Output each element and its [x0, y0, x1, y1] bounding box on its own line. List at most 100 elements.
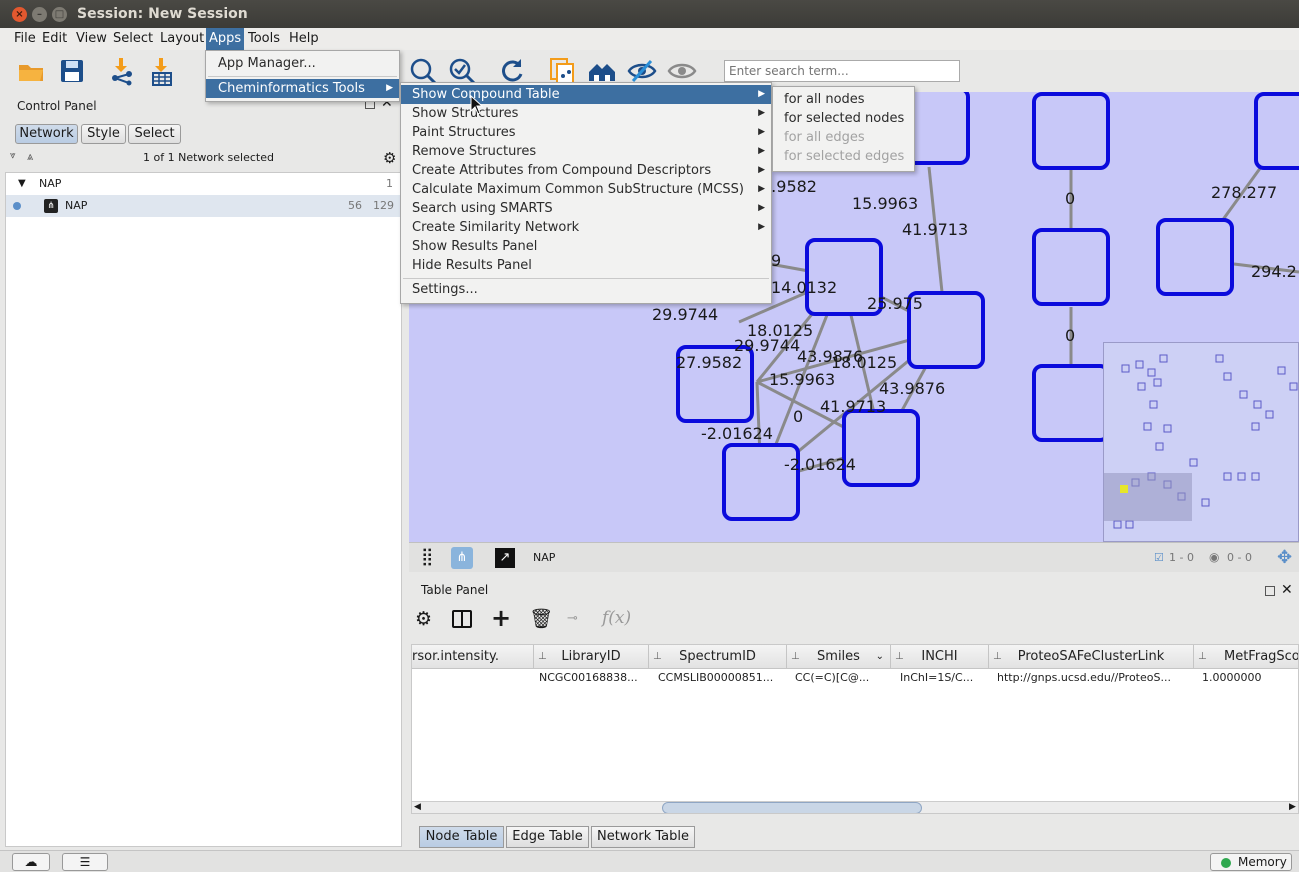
menu-item-label: Cheminformatics Tools — [218, 81, 365, 96]
menu-edit[interactable]: Edit — [39, 28, 70, 50]
menu-item-label: Search using SMARTS — [412, 201, 553, 216]
detach-view-icon[interactable]: ↗ — [495, 548, 515, 568]
column-header[interactable]: ⊥ ProteoSAFeClusterLink — [989, 645, 1194, 669]
tab-network[interactable]: Network — [15, 124, 78, 144]
collapse-all-icon[interactable]: ⩓ — [27, 150, 33, 164]
tab-network-table[interactable]: Network Table — [591, 826, 695, 848]
column-header[interactable]: rsor.intensity. — [412, 645, 534, 669]
menu-item-for-selected-nodes[interactable]: for selected nodes — [773, 109, 914, 128]
menu-item-settings[interactable]: Settings... — [401, 280, 771, 299]
gear-icon[interactable]: ⚙ — [383, 149, 396, 167]
horizontal-scrollbar[interactable]: ◀ ▶ — [412, 801, 1298, 813]
overview-viewport[interactable] — [1104, 473, 1192, 521]
menu-help[interactable]: Help — [286, 28, 322, 50]
menu-layout[interactable]: Layout — [157, 28, 207, 50]
column-divider — [461, 612, 463, 626]
table-settings-gear-icon[interactable]: ⚙ — [415, 608, 432, 630]
edge-label: 0 — [793, 407, 804, 426]
edge-label: -2.01624 — [701, 424, 773, 443]
menu-item-remove-structures[interactable]: Remove Structures ▶ — [401, 142, 771, 161]
grid-view-icon[interactable]: ⣿ — [421, 549, 433, 566]
menu-item-show-compound-table[interactable]: Show Compound Table ▶ — [401, 85, 771, 104]
close-window-icon[interactable]: × — [12, 7, 27, 22]
collection-name[interactable]: NAP — [39, 177, 61, 190]
task-list-icon[interactable]: ☰ — [62, 853, 108, 871]
add-column-icon[interactable]: + — [491, 604, 511, 632]
tab-select[interactable]: Select — [128, 124, 181, 144]
menu-item-for-all-nodes[interactable]: for all nodes — [773, 90, 914, 109]
show-columns-icon[interactable] — [452, 610, 472, 628]
menu-item-show-structures[interactable]: Show Structures ▶ — [401, 104, 771, 123]
edge-label: 27.9582 — [676, 353, 743, 372]
scroll-right-icon[interactable]: ▶ — [1289, 802, 1296, 812]
menu-item-paint-structures[interactable]: Paint Structures ▶ — [401, 123, 771, 142]
network-node[interactable] — [1032, 228, 1110, 306]
cloud-icon[interactable]: ☁ — [12, 853, 50, 871]
import-network-icon[interactable] — [107, 56, 137, 86]
expand-all-icon[interactable]: ⩔ — [10, 150, 16, 161]
menu-select[interactable]: Select — [110, 28, 156, 50]
network-node[interactable] — [1032, 92, 1110, 170]
birds-eye-overview[interactable] — [1103, 342, 1299, 542]
menu-item-create-attributes[interactable]: Create Attributes from Compound Descript… — [401, 161, 771, 180]
menu-item-label: Show Structures — [412, 106, 519, 121]
submenu-arrow-icon: ▶ — [758, 108, 765, 118]
menu-item-app-manager[interactable]: App Manager... — [206, 54, 399, 73]
open-folder-icon[interactable] — [16, 56, 46, 86]
tree-collapse-icon[interactable]: ▼ — [18, 178, 26, 189]
tab-node-table[interactable]: Node Table — [419, 826, 504, 848]
network-row[interactable]: ⋔ NAP 56 129 — [6, 195, 401, 217]
menu-view[interactable]: View — [73, 28, 110, 50]
search-input[interactable] — [724, 60, 960, 82]
table-panel-title: Table Panel — [421, 583, 489, 597]
edge-label: 278.277 — [1211, 183, 1278, 202]
table-panel-header: Table Panel ✕ — [409, 578, 1299, 604]
tab-style[interactable]: Style — [81, 124, 126, 144]
network-node[interactable] — [1032, 364, 1110, 442]
column-header[interactable]: ⊥ SpectrumID — [649, 645, 787, 669]
close-table-panel-icon[interactable]: ✕ — [1281, 582, 1293, 598]
control-panel-title: Control Panel — [17, 99, 97, 113]
tab-edge-table[interactable]: Edge Table — [506, 826, 589, 848]
edge-label: 14.0132 — [771, 278, 838, 297]
menu-item-cheminformatics-tools[interactable]: Cheminformatics Tools ▶ — [206, 79, 399, 98]
network-view-icon[interactable]: ⋔ — [451, 547, 473, 569]
save-icon[interactable] — [57, 56, 87, 86]
link-table-icon[interactable]: ⊸ — [567, 611, 578, 626]
scrollbar-thumb[interactable] — [662, 802, 922, 813]
import-table-icon[interactable] — [147, 56, 177, 86]
column-header[interactable]: ⊥ LibraryID — [534, 645, 649, 669]
network-node[interactable] — [842, 409, 920, 487]
network-node[interactable] — [1156, 218, 1234, 296]
memory-button[interactable]: Memory — [1210, 853, 1292, 871]
menu-item-hide-results-panel[interactable]: Hide Results Panel — [401, 256, 771, 275]
minimize-window-icon[interactable]: – — [32, 7, 47, 22]
menu-item-search-smarts[interactable]: Search using SMARTS ▶ — [401, 199, 771, 218]
column-header[interactable]: ⊥ MetFragSco — [1194, 645, 1298, 669]
scroll-left-icon[interactable]: ◀ — [414, 802, 421, 812]
submenu-arrow-icon: ▶ — [758, 165, 765, 175]
menu-apps[interactable]: Apps — [206, 28, 245, 50]
network-node[interactable] — [1254, 92, 1299, 170]
menu-tools[interactable]: Tools — [245, 28, 283, 50]
column-header[interactable]: ⊥ Smiles ⌄ — [787, 645, 891, 669]
maximize-window-icon[interactable]: □ — [52, 7, 67, 22]
apps-menu: App Manager... Cheminformatics Tools ▶ — [205, 50, 400, 102]
node-table[interactable]: rsor.intensity. ⊥ LibraryID ⊥ SpectrumID ⊥… — [411, 644, 1299, 814]
menu-item-create-similarity-network[interactable]: Create Similarity Network ▶ — [401, 218, 771, 237]
function-builder-icon[interactable]: f(x) — [602, 608, 631, 628]
menu-file[interactable]: File — [11, 28, 39, 50]
navigate-icon[interactable]: ✥ — [1277, 547, 1292, 568]
shared-column-icon: ⊥ — [895, 651, 904, 662]
menu-item-show-results-panel[interactable]: Show Results Panel — [401, 237, 771, 256]
menu-item-calculate-mcss[interactable]: Calculate Maximum Common SubStructure (M… — [401, 180, 771, 199]
float-table-panel-icon[interactable] — [1265, 586, 1275, 596]
menu-item-label: Paint Structures — [412, 125, 516, 140]
hidden-count: 0 - 0 — [1227, 551, 1252, 564]
column-header[interactable]: ⊥ INCHI — [891, 645, 989, 669]
edge-label: 9 — [771, 251, 782, 270]
mouse-cursor-icon — [470, 95, 484, 115]
cheminformatics-menu: Show Compound Table ▶ Show Structures ▶ Pa… — [400, 82, 772, 304]
sort-chevron-icon[interactable]: ⌄ — [876, 645, 884, 669]
delete-column-icon[interactable]: 🗑 — [529, 607, 553, 630]
